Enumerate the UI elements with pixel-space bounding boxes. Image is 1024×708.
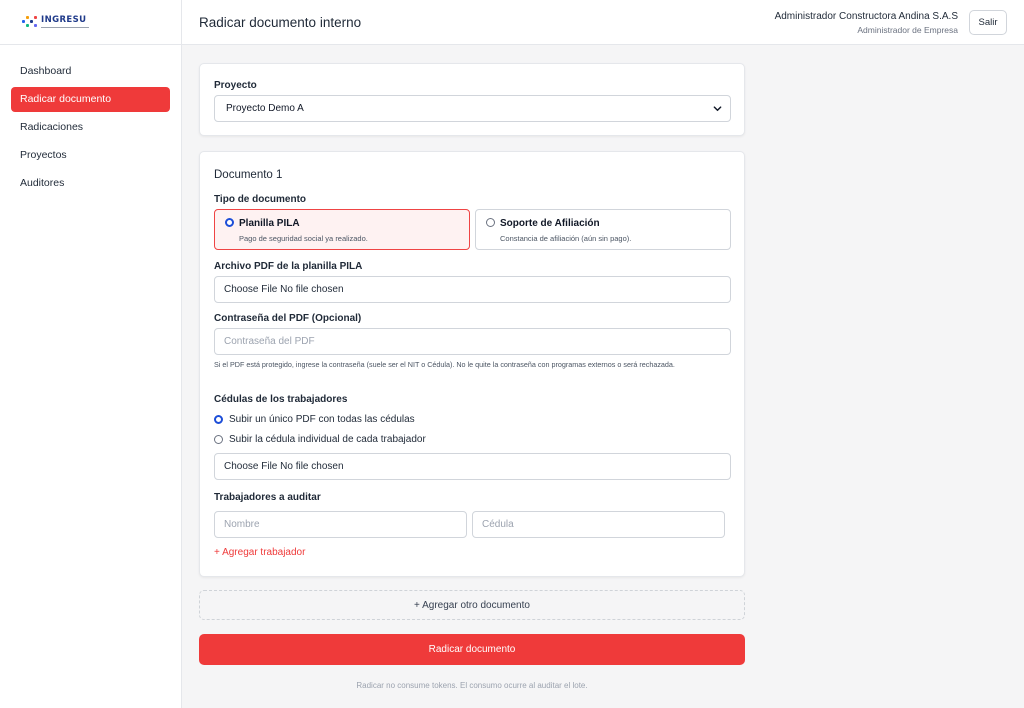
cedulas-file-input[interactable]: Choose File No file chosen: [214, 453, 731, 480]
password-input[interactable]: Contraseña del PDF: [214, 328, 731, 355]
project-select[interactable]: Proyecto Demo A: [214, 95, 731, 122]
document-title: Documento 1: [214, 169, 283, 181]
cedulas-label: Cédulas de los trabajadores: [214, 394, 348, 405]
type-option-title: Planilla PILA: [239, 218, 300, 229]
type-option-desc: Pago de seguridad social ya realizado.: [239, 234, 368, 243]
sidebar-item-auditores[interactable]: Auditores: [11, 171, 170, 196]
type-option-soporte-afiliacion[interactable]: Soporte de Afiliación Constancia de afil…: [475, 209, 731, 250]
document-card: Documento 1 Tipo de documento Planilla P…: [199, 151, 745, 577]
sidebar: INGRESU Dashboard Radicar documento Radi…: [0, 0, 182, 708]
radio-single-pdf[interactable]: [214, 415, 223, 424]
project-select-value: Proyecto Demo A: [226, 103, 304, 114]
password-help-text: Si el PDF está protegido, ingrese la con…: [214, 360, 675, 369]
password-label: Contraseña del PDF (Opcional): [214, 313, 362, 324]
footer-note: Radicar no consume tokens. El consumo oc…: [356, 681, 588, 690]
radio-planilla-pila[interactable]: [225, 218, 234, 227]
radio-soporte-afiliacion[interactable]: [486, 218, 495, 227]
project-label: Proyecto: [214, 80, 257, 91]
sidebar-item-radicaciones[interactable]: Radicaciones: [11, 115, 170, 140]
add-worker-link[interactable]: + Agregar trabajador: [214, 547, 305, 558]
worker-id-input[interactable]: Cédula: [472, 511, 725, 538]
type-option-desc: Constancia de afiliación (aún sin pago).: [500, 234, 632, 243]
worker-id-placeholder: Cédula: [482, 519, 514, 530]
sidebar-item-radicar-documento[interactable]: Radicar documento: [11, 87, 170, 112]
user-name: Administrador Constructora Andina S.A.S: [774, 11, 958, 22]
sidebar-nav: Dashboard Radicar documento Radicaciones…: [0, 45, 181, 196]
brand-name: INGRESU: [41, 15, 87, 26]
submit-button[interactable]: Radicar documento: [199, 634, 745, 665]
workers-label: Trabajadores a auditar: [214, 492, 321, 503]
sidebar-item-proyectos[interactable]: Proyectos: [11, 143, 170, 168]
pdf-file-input-text: Choose File No file chosen: [224, 284, 344, 295]
cedulas-option-label: Subir un único PDF con todas las cédulas: [229, 414, 415, 425]
add-document-button[interactable]: + Agregar otro documento: [199, 590, 745, 620]
pdf-file-input[interactable]: Choose File No file chosen: [214, 276, 731, 303]
user-info: Administrador Constructora Andina S.A.S …: [775, 11, 958, 35]
logout-button[interactable]: Salir: [969, 10, 1007, 35]
type-option-title: Soporte de Afiliación: [500, 218, 600, 229]
chevron-down-icon: [713, 106, 722, 112]
password-placeholder: Contraseña del PDF: [224, 336, 315, 347]
user-role: Administrador de Empresa: [857, 25, 958, 35]
pdf-file-label: Archivo PDF de la planilla PILA: [214, 261, 363, 272]
radio-individual[interactable]: [214, 435, 223, 444]
cedulas-file-input-text: Choose File No file chosen: [224, 461, 344, 472]
worker-name-input[interactable]: Nombre: [214, 511, 467, 538]
page-title: Radicar documento interno: [199, 15, 362, 30]
project-card: Proyecto Proyecto Demo A: [199, 63, 745, 136]
cedulas-option-individual[interactable]: Subir la cédula individual de cada traba…: [214, 434, 426, 445]
cedulas-option-single-pdf[interactable]: Subir un único PDF con todas las cédulas: [214, 414, 415, 425]
sidebar-item-dashboard[interactable]: Dashboard: [11, 59, 170, 84]
top-header: Radicar documento interno Administrador …: [182, 0, 1024, 45]
document-type-label: Tipo de documento: [214, 194, 307, 205]
ingresu-logo-icon: [22, 16, 38, 28]
type-option-planilla-pila[interactable]: Planilla PILA Pago de seguridad social y…: [214, 209, 470, 250]
worker-name-placeholder: Nombre: [224, 519, 260, 530]
cedulas-option-label: Subir la cédula individual de cada traba…: [229, 434, 426, 445]
logo[interactable]: INGRESU: [0, 0, 181, 45]
